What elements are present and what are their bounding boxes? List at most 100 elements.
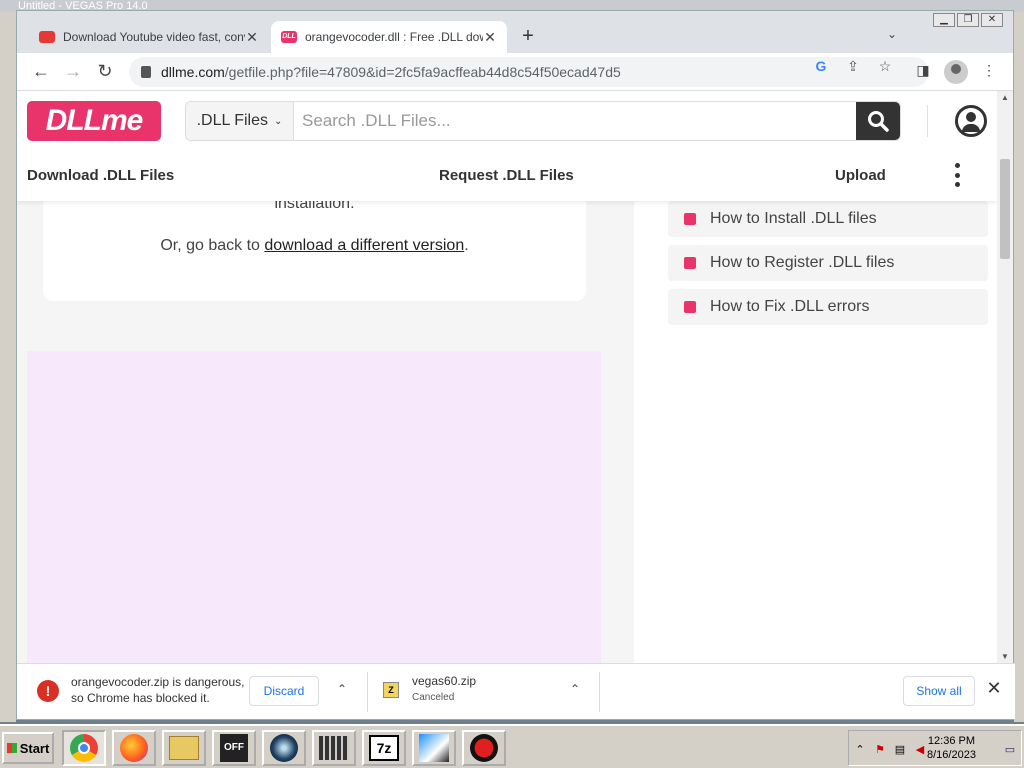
- sidebar: How to Install .DLL files How to Registe…: [634, 201, 997, 663]
- app-icon: OFF: [220, 734, 248, 762]
- card-text-prefix: Or, go back to: [160, 237, 260, 254]
- media-player-icon: [270, 734, 298, 762]
- clock-date: 8/16/2023: [927, 749, 976, 761]
- scroll-down-icon[interactable]: ▼: [997, 652, 1013, 661]
- back-button[interactable]: ←: [29, 61, 53, 82]
- danger-icon: !: [37, 680, 59, 702]
- nav-upload[interactable]: Upload: [835, 167, 886, 184]
- sidebar-link-label: How to Register .DLL files: [710, 254, 895, 271]
- background-window-right-edge: [1014, 12, 1024, 722]
- search-category-label: .DLL Files: [196, 112, 269, 129]
- taskbar-app-5[interactable]: [262, 730, 306, 766]
- header-divider: [927, 105, 928, 137]
- sidebar-link-label: How to Install .DLL files: [710, 210, 877, 227]
- taskbar-recorder[interactable]: [462, 730, 506, 766]
- tab-dllme[interactable]: DLL orangevocoder.dll : Free .DLL downl …: [271, 21, 507, 53]
- show-all-button[interactable]: Show all: [903, 676, 975, 706]
- download-filename[interactable]: vegas60.zip: [412, 674, 476, 688]
- google-translate-icon[interactable]: G: [811, 58, 831, 74]
- firefox-icon: [120, 734, 148, 762]
- sidebar-link-register[interactable]: How to Register .DLL files: [668, 245, 988, 281]
- minimize-button[interactable]: ▁: [933, 13, 955, 27]
- more-menu-icon[interactable]: [955, 163, 961, 187]
- tab-strip: Download Youtube video fast, conve ✕ DLL…: [17, 11, 1013, 53]
- forward-button[interactable]: →: [61, 61, 85, 82]
- windows-logo-icon: [6, 743, 17, 753]
- scroll-up-icon[interactable]: ▲: [997, 93, 1013, 102]
- warning-line-1: orangevocoder.zip is dangerous,: [71, 675, 245, 689]
- network-icon[interactable]: ▤: [893, 743, 907, 757]
- lock-icon[interactable]: [141, 66, 151, 78]
- dllme-favicon-icon: DLL: [281, 31, 297, 43]
- warning-line-2: so Chrome has blocked it.: [71, 691, 210, 705]
- show-desktop-icon[interactable]: ▭: [1003, 743, 1017, 757]
- search-category-select[interactable]: .DLL Files ⌄: [186, 102, 294, 140]
- chevron-down-icon: ⌄: [274, 115, 283, 127]
- close-tab-icon[interactable]: ✕: [483, 29, 497, 46]
- new-tab-button[interactable]: +: [517, 25, 539, 48]
- restore-button[interactable]: ❐: [957, 13, 979, 27]
- blocked-download-message: orangevocoder.zip is dangerous, so Chrom…: [71, 674, 244, 706]
- close-tab-icon[interactable]: ✕: [245, 29, 259, 46]
- clock-time: 12:36 PM: [927, 735, 976, 747]
- different-version-link[interactable]: download a different version: [264, 237, 464, 254]
- tab-youtube-downloader[interactable]: Download Youtube video fast, conve ✕: [29, 21, 269, 53]
- divider: [367, 672, 368, 712]
- bookmark-star-icon[interactable]: ☆: [875, 58, 895, 75]
- taskbar-chrome[interactable]: [62, 730, 106, 766]
- film-icon: [319, 736, 349, 760]
- nav-request-dll[interactable]: Request .DLL Files: [439, 167, 574, 184]
- dllme-logo[interactable]: DLLme: [27, 101, 161, 141]
- taskbar-app-6[interactable]: [312, 730, 356, 766]
- sidebar-link-fix[interactable]: How to Fix .DLL errors: [668, 289, 988, 325]
- clock[interactable]: 12:36 PM 8/16/2023: [927, 734, 976, 762]
- search-bar: .DLL Files ⌄: [185, 101, 901, 141]
- url-path: /getfile.php?file=47809&id=2fc5fa9acffea…: [224, 64, 621, 80]
- taskbar-firefox[interactable]: [112, 730, 156, 766]
- ad-placeholder: [27, 351, 601, 663]
- taskbar-explorer[interactable]: [162, 730, 206, 766]
- page-viewport: installation. Or, go back to download a …: [17, 91, 997, 663]
- close-shelf-icon[interactable]: ✕: [985, 678, 1003, 699]
- share-icon[interactable]: ⇪: [843, 58, 863, 75]
- chrome-menu-icon[interactable]: ⋮: [979, 62, 999, 79]
- taskbar-vegas[interactable]: [412, 730, 456, 766]
- browser-window: Download Youtube video fast, conve ✕ DLL…: [16, 10, 1015, 720]
- side-panel-icon[interactable]: ◨: [913, 62, 933, 79]
- address-bar[interactable]: dllme.com/getfile.php?file=47809&id=2fc5…: [129, 57, 929, 87]
- browser-toolbar: ← → ↻ dllme.com/getfile.php?file=47809&i…: [17, 53, 1013, 91]
- discard-button[interactable]: Discard: [249, 676, 319, 706]
- start-button[interactable]: Start: [2, 732, 54, 764]
- sidebar-link-install[interactable]: How to Install .DLL files: [668, 201, 988, 237]
- tray-alert-icon[interactable]: ⚑: [873, 743, 887, 757]
- tab-title: Download Youtube video fast, conve: [63, 30, 245, 44]
- sidebar-link-label: How to Fix .DLL errors: [710, 298, 870, 315]
- nav-download-dll[interactable]: Download .DLL Files: [27, 167, 174, 184]
- site-header: DLLme .DLL Files ⌄: [17, 91, 997, 151]
- card-back-line: Or, go back to download a different vers…: [43, 237, 586, 255]
- desktop: Untitled - VEGAS Pro 14.0 Download Youtu…: [0, 0, 1024, 768]
- download-info-card: installation. Or, go back to download a …: [43, 191, 586, 301]
- 7zip-icon: 7z: [369, 735, 399, 761]
- profile-avatar[interactable]: [944, 60, 968, 84]
- search-input[interactable]: [294, 102, 856, 140]
- taskbar-app-4[interactable]: OFF: [212, 730, 256, 766]
- vegas-icon: [419, 734, 449, 762]
- site-nav: Download .DLL Files Request .DLL Files U…: [17, 151, 997, 201]
- chevron-up-icon[interactable]: ⌃: [568, 682, 582, 696]
- taskbar-7zip[interactable]: 7z: [362, 730, 406, 766]
- volume-muted-icon[interactable]: ◀: [913, 743, 927, 757]
- url-host: dllme.com: [161, 64, 225, 80]
- account-icon[interactable]: [955, 105, 987, 137]
- chevron-up-icon[interactable]: ⌃: [335, 682, 349, 696]
- scrollbar-thumb[interactable]: [1000, 159, 1010, 259]
- search-button[interactable]: [856, 102, 900, 140]
- reload-button[interactable]: ↻: [93, 61, 117, 82]
- divider: [599, 672, 600, 712]
- tray-expand-icon[interactable]: ⌃: [853, 743, 867, 757]
- download-status: Canceled: [412, 692, 455, 703]
- page-scrollbar[interactable]: ▲ ▼: [997, 91, 1013, 663]
- close-window-button[interactable]: ✕: [981, 13, 1003, 27]
- search-icon: [868, 111, 889, 132]
- tab-search-icon[interactable]: ⌄: [887, 27, 897, 41]
